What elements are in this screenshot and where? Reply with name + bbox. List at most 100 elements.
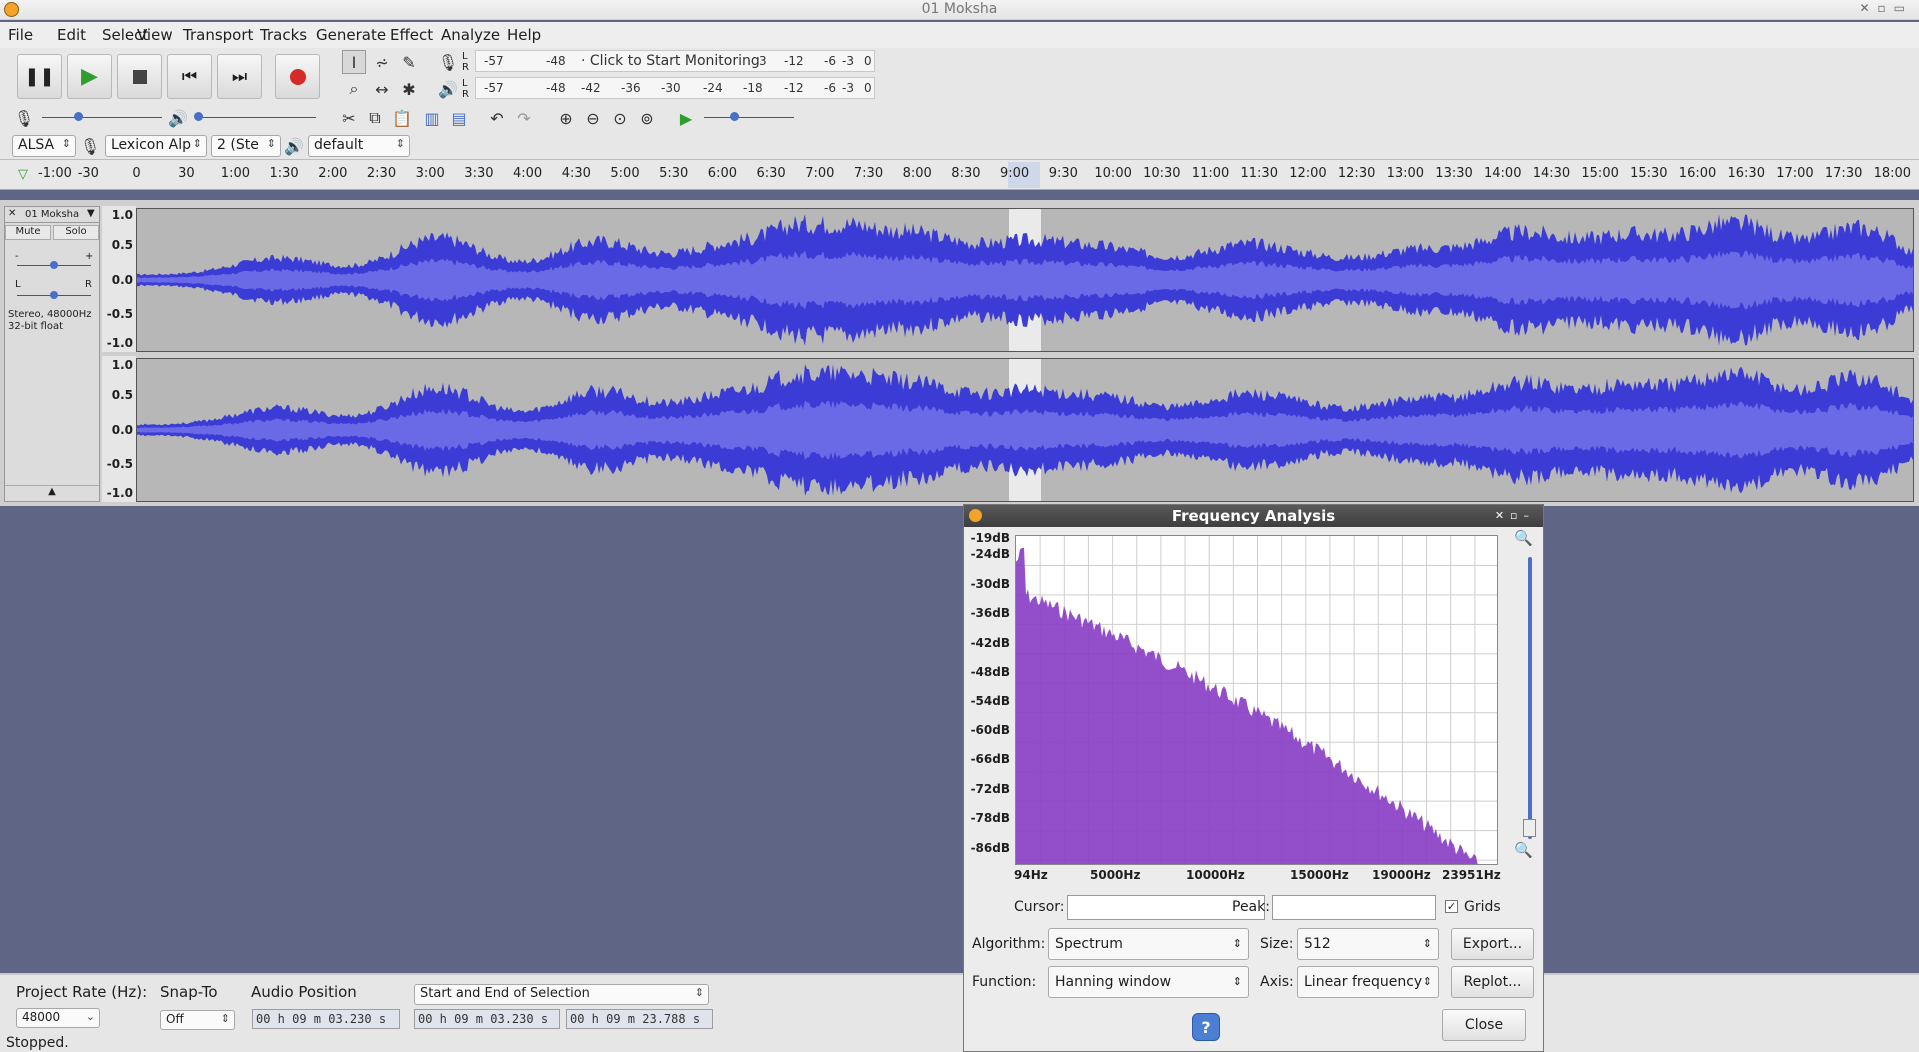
fit-project-icon[interactable]: ⊚ [635,106,659,130]
play-at-speed-icon[interactable]: ▶ [674,106,698,130]
db-label: -42dB [970,636,1010,650]
record-meter[interactable]: -57 -48 · Click to Start Monitoring 3 -1… [475,50,875,72]
meter-tick: -6 [824,81,836,95]
output-device-select[interactable]: default ⇕ [308,135,410,157]
vertical-zoom-slider[interactable] [1528,557,1532,839]
menu-view[interactable]: View [137,26,173,44]
selection-toolbar: Project Rate (Hz): 48000 ⌄ Snap-To Off ⇕ A… [0,973,1919,1035]
playback-meter-speaker-icon[interactable]: 🔊 [436,77,460,101]
pan-thumb[interactable] [50,291,58,299]
record-button[interactable] [275,54,320,99]
gain-thumb[interactable] [50,261,58,269]
grids-label: Grids [1464,899,1501,915]
timeline-ruler[interactable]: ▽ -1:00 -30 0 30 1:00 1:30 2:00 2:30 3:00 3:30 4:0… [0,160,1919,190]
cursor-label: Cursor: [1014,899,1065,915]
playback-volume-slider[interactable] [196,117,316,118]
play-speed-thumb[interactable] [730,112,739,121]
project-rate-select[interactable]: 48000 ⌄ [16,1008,100,1028]
ruler-tick-label: 5:00 [610,166,640,181]
record-volume-thumb[interactable] [74,112,83,121]
fit-selection-icon[interactable]: ⊙ [608,106,632,130]
grids-checkbox[interactable]: ✓ [1445,900,1458,913]
dialog-titlebar: Frequency Analysis ✕▫– [964,505,1543,527]
menu-generate[interactable]: Generate [316,26,386,44]
menu-file[interactable]: File [8,26,33,44]
copy-icon[interactable]: ⧉ [363,106,387,130]
record-volume-slider[interactable] [42,117,162,118]
multi-tool-icon[interactable]: ✱ [397,77,421,101]
undo-icon[interactable]: ↶ [485,106,509,130]
ruler-tick-label: 12:00 [1289,166,1327,181]
cut-icon[interactable]: ✂ [337,106,361,130]
function-select[interactable]: Hanning window ⇕ [1048,966,1249,998]
menu-transport[interactable]: Transport [183,26,253,44]
mute-button[interactable]: Mute [5,225,51,240]
play-speed-slider[interactable] [704,117,794,118]
menu-edit[interactable]: Edit [57,26,86,44]
redo-icon[interactable]: ↷ [512,106,536,130]
menu-tracks[interactable]: Tracks [260,26,307,44]
zoom-in-icon[interactable]: 🔍 [1514,529,1533,547]
axis-select[interactable]: Linear frequency ⇕ [1297,966,1439,998]
timeshift-tool-icon[interactable]: ↔ [370,77,394,101]
selection-mode-select[interactable]: Start and End of Selection ⇕ [414,984,709,1005]
envelope-tool-icon[interactable]: ⩫ [370,50,394,74]
zoom-out-icon[interactable]: 🔍 [1514,841,1533,859]
collapse-track-icon[interactable]: ▲ [5,485,99,501]
input-channels-select[interactable]: 2 (Ste ⇕ [211,135,281,157]
playback-meter[interactable]: -57 -48 -42 -36 -30 -24 -18 -12 -6 -3 0 [475,77,875,99]
menu-help[interactable]: Help [507,26,541,44]
playback-volume-thumb[interactable] [194,112,203,121]
zoom-tool-icon[interactable]: ⌕ [342,77,366,101]
solo-button[interactable]: Solo [53,225,99,240]
silence-icon[interactable]: ▤ [447,106,471,130]
chevron-down-icon[interactable]: ▼ [87,208,95,219]
spectrum-plot[interactable] [1015,535,1498,865]
selection-tool-icon[interactable]: I [342,50,366,74]
skip-end-button[interactable]: ⏭ [217,54,262,99]
zoom-out-icon[interactable]: ⊖ [581,106,605,130]
algorithm-select[interactable]: Spectrum ⇕ [1048,928,1249,960]
selection-start-field[interactable]: 00 h 09 m 03.230 s [414,1009,560,1029]
menu-effect[interactable]: Effect [390,26,433,44]
close-button[interactable]: Close [1442,1009,1526,1041]
skip-start-button[interactable]: ⏮ [167,54,212,99]
audio-host-select[interactable]: ALSA ⇕ [12,135,76,157]
pause-icon: ❚❚ [24,66,55,87]
dialog-window-controls[interactable]: ✕▫– [1495,505,1535,527]
ruler-tick-label: 12:30 [1337,166,1376,181]
snap-to-select[interactable]: Off ⇕ [160,1010,235,1030]
menu-analyze[interactable]: Analyze [441,26,500,44]
pause-button[interactable]: ❚❚ [17,54,62,99]
close-track-icon[interactable]: ✕ [8,208,16,219]
vertical-zoom-thumb[interactable] [1523,819,1536,837]
zoom-in-icon[interactable]: ⊕ [554,106,578,130]
stop-button[interactable] [117,54,162,99]
play-button[interactable]: ▶ [67,54,112,99]
help-button[interactable]: ? [1192,1013,1220,1041]
selection-end-field[interactable]: 00 h 09 m 23.788 s [566,1009,713,1029]
trim-icon[interactable]: ▥ [420,106,444,130]
play-head-icon[interactable]: ▽ [18,167,28,182]
waveform-channel-right[interactable] [136,358,1914,502]
ruler-tick-label: 6:30 [756,166,786,181]
export-button[interactable]: Export... [1451,928,1534,960]
track-name[interactable]: 01 Moksha [25,209,79,220]
record-meter-mic-icon[interactable]: 🎙 [436,50,460,74]
size-select[interactable]: 512 ⇕ [1297,928,1439,960]
waveform-channel-left[interactable] [136,208,1914,352]
monitoring-prompt[interactable]: · Click to Start Monitoring [581,53,760,69]
window-controls[interactable]: ✕▫▭ [1859,1,1913,15]
ruler-tick-label: 14:30 [1532,166,1571,181]
amp-label: -0.5 [106,307,133,321]
peak-field[interactable] [1272,895,1436,920]
audio-position-field[interactable]: 00 h 09 m 03.230 s [252,1009,400,1029]
paste-icon[interactable]: 📋 [390,106,414,130]
replot-button[interactable]: Replot... [1451,966,1534,998]
track-name-bar[interactable]: ✕ 01 Moksha ▼ [5,207,99,223]
draw-tool-icon[interactable]: ✎ [397,50,421,74]
input-device-select[interactable]: Lexicon Alp ⇕ [105,135,207,157]
snap-to-label: Snap-To [160,983,218,1001]
play-icon: ▶ [81,64,98,89]
ruler-tick-label: 15:00 [1581,166,1619,181]
